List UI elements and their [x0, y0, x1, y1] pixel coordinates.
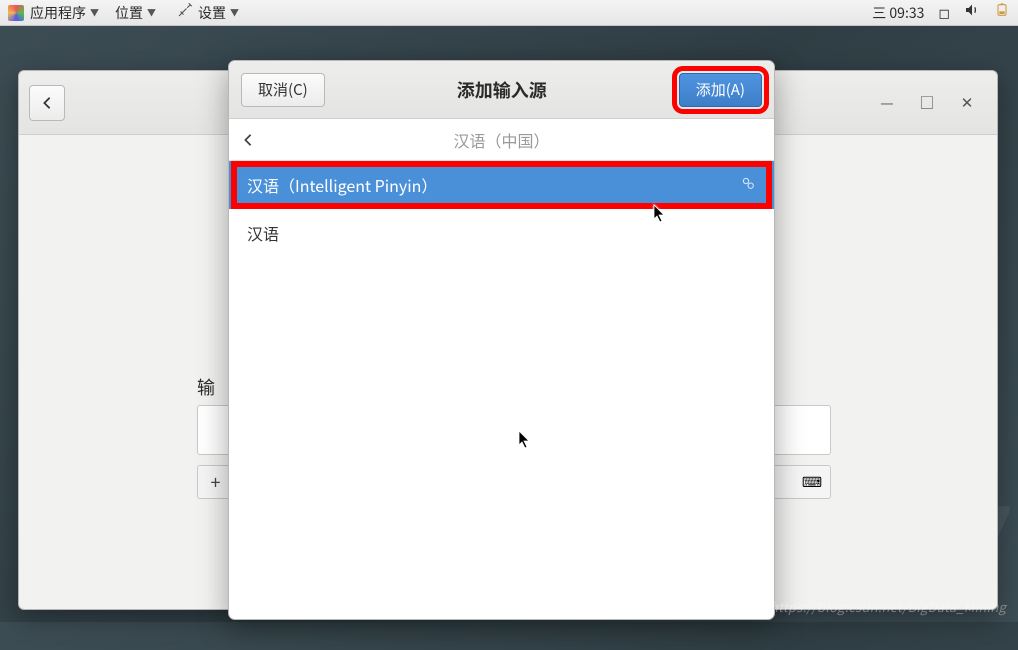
add-button[interactable]: 添加(A)	[679, 73, 762, 107]
tray-square-icon[interactable]: ◻	[938, 3, 950, 23]
add-input-source-dialog: 取消(C) 添加输入源 添加(A) 汉语（中国） 汉语（Intelligent …	[228, 60, 775, 620]
chevron-down-icon: ▼	[147, 6, 156, 19]
applications-icon	[8, 5, 24, 21]
cancel-button-label: 取消(C)	[258, 79, 308, 100]
dialog-header: 取消(C) 添加输入源 添加(A)	[229, 61, 774, 119]
cursor-icon	[517, 430, 531, 450]
top-panel: 应用程序 ▼ 位置 ▼ 设置 ▼ 三 09:33 ◻	[0, 0, 1018, 26]
cancel-button[interactable]: 取消(C)	[241, 73, 325, 107]
clock-label[interactable]: 三 09:33	[872, 3, 924, 23]
menu-places-label: 位置	[115, 3, 143, 23]
back-button[interactable]	[29, 85, 65, 121]
maximize-button[interactable]: □	[917, 92, 937, 113]
source-row-label: 汉语（Intelligent Pinyin）	[247, 173, 437, 197]
source-list: 汉语（Intelligent Pinyin） 汉语	[229, 161, 774, 619]
source-row-hanyu[interactable]: 汉语	[229, 209, 774, 257]
locale-title: 汉语（中国）	[453, 128, 549, 152]
source-row-label: 汉语	[247, 221, 279, 245]
battery-icon[interactable]	[994, 2, 1010, 23]
locale-header: 汉语（中国）	[229, 119, 774, 161]
menu-settings[interactable]: 设置 ▼	[176, 1, 239, 24]
gear-icon[interactable]	[740, 175, 756, 196]
tools-icon	[176, 1, 194, 24]
source-row-intelligent-pinyin[interactable]: 汉语（Intelligent Pinyin）	[229, 161, 774, 209]
keyboard-icon[interactable]: ⌨	[794, 472, 830, 492]
close-button[interactable]: ✕	[957, 92, 977, 113]
add-button-label: 添加(A)	[696, 79, 745, 100]
dialog-body: 汉语（中国） 汉语（Intelligent Pinyin） 汉语	[229, 119, 774, 619]
cursor-icon	[652, 204, 666, 224]
menu-applications-label: 应用程序	[30, 3, 86, 23]
volume-icon[interactable]	[964, 2, 980, 23]
menu-places[interactable]: 位置 ▼	[115, 3, 156, 23]
chevron-down-icon: ▼	[230, 6, 239, 19]
chevron-down-icon: ▼	[90, 6, 99, 19]
dialog-title: 添加输入源	[325, 77, 679, 103]
menu-applications[interactable]: 应用程序 ▼	[30, 3, 99, 23]
watermark-text: https://blog.csdn.net/BigData_Mining	[770, 597, 1006, 616]
menu-settings-label: 设置	[198, 3, 226, 23]
minimize-button[interactable]: —	[877, 92, 897, 113]
input-sources-heading: 输	[197, 374, 215, 400]
window-controls: — □ ✕	[877, 92, 987, 113]
locale-back-button[interactable]	[243, 128, 253, 152]
